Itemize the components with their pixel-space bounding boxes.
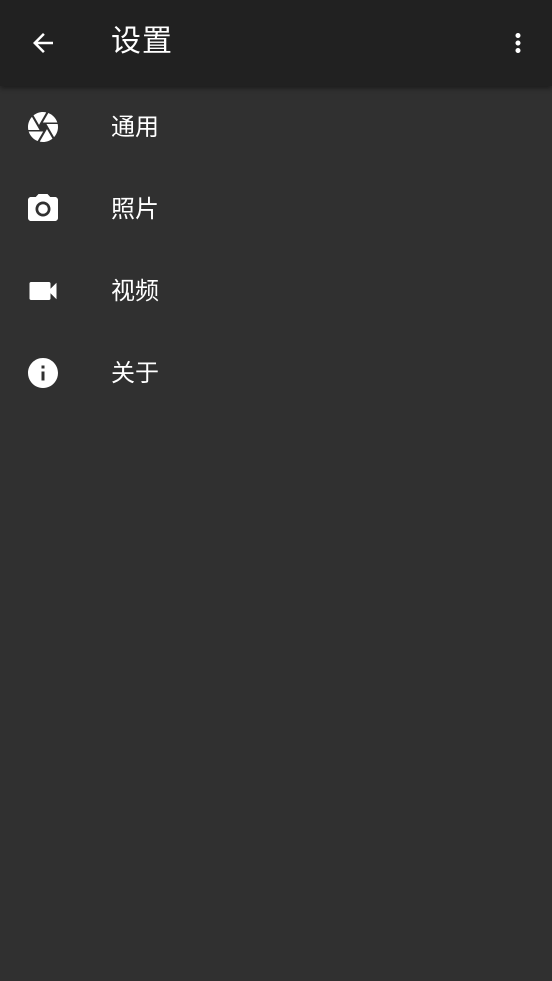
info-icon bbox=[25, 355, 61, 391]
settings-item-photo[interactable]: 照片 bbox=[0, 168, 552, 250]
settings-item-general[interactable]: 通用 bbox=[0, 86, 552, 168]
settings-item-video[interactable]: 视频 bbox=[0, 250, 552, 332]
settings-item-label: 通用 bbox=[111, 113, 159, 141]
more-options-button[interactable] bbox=[494, 17, 542, 69]
camera-icon bbox=[25, 191, 61, 227]
page-title: 设置 bbox=[111, 24, 173, 59]
more-vert-icon bbox=[503, 28, 533, 58]
videocam-icon bbox=[25, 273, 61, 309]
settings-item-label: 视频 bbox=[111, 277, 159, 305]
settings-item-about[interactable]: 关于 bbox=[0, 332, 552, 414]
settings-item-label: 关于 bbox=[111, 359, 159, 387]
settings-list: 通用 照片 视频 关于 bbox=[0, 86, 552, 414]
arrow-back-icon bbox=[28, 28, 58, 58]
settings-item-label: 照片 bbox=[111, 195, 159, 223]
aperture-icon bbox=[25, 109, 61, 145]
back-button[interactable] bbox=[17, 17, 69, 69]
app-bar: 设置 bbox=[0, 0, 552, 86]
